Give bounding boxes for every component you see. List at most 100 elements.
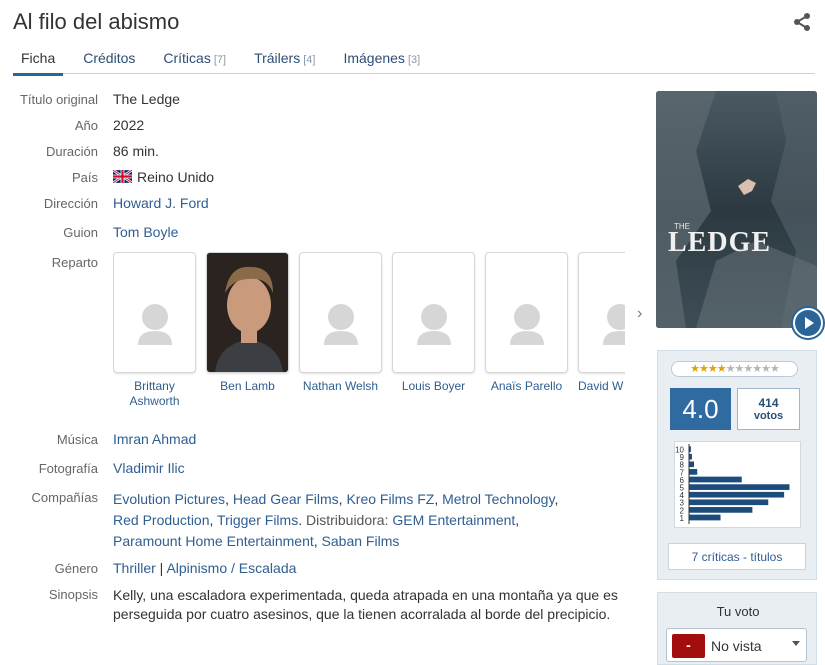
photography-link[interactable]: Vladimir Ilic [113,460,185,476]
average-rating: 4.0 [670,388,731,430]
tab-label: Créditos [83,50,136,66]
cast-card[interactable]: David W [578,252,625,394]
person-icon [324,304,358,345]
cast-carousel: Brittany Ashworth Ben Lamb Nathan Welsh … [113,252,625,417]
original-title-value: The Ledge [113,91,180,107]
histogram-bar [688,498,769,506]
person-icon [138,304,172,345]
votes-box[interactable]: 414 votos [737,388,800,430]
cast-card[interactable]: Anaïs Parello [485,252,568,394]
cast-card[interactable]: Ben Lamb [206,252,289,394]
tab-criticas[interactable]: Críticas [7] [155,44,234,74]
country-name: Reino Unido [137,169,215,185]
star-filled-icon: ★ [716,363,727,375]
star-empty-icon: ★ [761,363,771,375]
poster-image-icon: THE [656,91,817,328]
photography-label: Fotografía [38,461,98,476]
director-link[interactable]: Howard J. Ford [113,195,209,211]
histogram-bar [688,460,695,468]
year-label: Año [74,118,98,133]
cast-name[interactable]: Anaïs Parello [485,379,568,394]
movie-poster[interactable]: THE LEDGE [656,91,817,328]
cast-name[interactable]: Louis Boyer [392,379,475,394]
companies-list: Evolution Pictures, Head Gear Films, Kre… [113,491,559,549]
critics-link[interactable]: 7 críticas - títulos [668,543,806,570]
tab-ficha[interactable]: Ficha [13,44,64,76]
cast-name[interactable]: Nathan Welsh [299,379,382,394]
histogram-bar [688,476,743,483]
company-link[interactable]: GEM Entertainment [392,512,515,528]
avatar-placeholder [113,252,196,373]
histogram-bar [688,514,722,521]
histogram-chart: 10987654321 [675,444,790,524]
tab-label: Críticas [163,50,211,66]
histogram-tick-label: 1 [680,514,685,523]
uk-flag-icon [113,170,132,183]
rating-panel: ★★★★★★★★★★ 4.0 414 votos 10 9 8 7 6 5 4 3 2 1 7 c… [657,350,817,580]
tab-label: Imágenes [343,50,405,66]
vote-value: No vista [711,638,762,654]
cast-name[interactable]: Brittany Ashworth [113,379,196,409]
cast-card[interactable]: Nathan Welsh [299,252,382,394]
cast-card[interactable]: Louis Boyer [392,252,475,394]
votes-count: 414 [758,396,779,410]
histogram-bar [688,491,785,499]
company-link[interactable]: Evolution Pictures [113,491,225,507]
avatar-placeholder [578,252,625,373]
tab-imagenes[interactable]: Imágenes [3] [335,44,428,74]
company-link[interactable]: Metrol Technology [442,491,554,507]
votes-label: votos [753,410,784,422]
cast-name[interactable]: David W [578,379,625,394]
star-empty-icon: ★ [743,363,753,375]
carousel-next-icon[interactable]: › [637,305,642,323]
genre-link[interactable]: Alpinismo / Escalada [166,560,296,576]
avatar-placeholder [392,252,475,373]
avatar-placeholder [485,252,568,373]
director-label: Dirección [43,196,98,211]
companies-label: Compañías [31,490,98,505]
company-link[interactable]: Red Production [113,512,210,528]
music-link[interactable]: Imran Ahmad [113,431,196,447]
play-icon [795,310,821,336]
music-label: Música [56,432,98,447]
synopsis-label: Sinopsis [48,587,98,602]
company-link[interactable]: Paramount Home Entertainment [113,533,314,549]
my-vote-title: Tu voto [716,604,760,619]
histogram-bar [688,468,698,476]
vote-histogram: 10 9 8 7 6 5 4 3 2 1 [674,441,801,528]
person-icon [510,304,544,345]
country-value: Reino Unido [113,169,214,185]
original-title-label: Título original [19,92,98,107]
star-filled-icon: ★ [699,363,709,375]
company-link[interactable]: Kreo Films FZ [346,491,434,507]
tab-creditos[interactable]: Créditos [75,44,143,74]
duration-value: 86 min. [113,143,159,159]
tab-label: Ficha [21,50,56,66]
play-trailer-button[interactable] [791,306,825,340]
share-icon[interactable] [792,12,812,32]
company-link[interactable]: Head Gear Films [233,491,339,507]
tab-bar: Ficha Créditos Críticas [7] Tráilers [4] I… [13,44,815,76]
country-label: País [71,170,98,185]
star-rating: ★★★★★★★★★★ [671,361,798,377]
company-link[interactable]: Trigger Films [217,512,298,528]
company-link[interactable]: Saban Films [322,533,400,549]
vote-select[interactable]: - No vista [666,628,807,662]
duration-label: Duración [45,144,98,159]
year-value: 2022 [113,117,145,133]
person-icon [417,304,451,345]
page-title: Al filo del abismo [13,9,180,34]
cast-label: Reparto [51,255,98,270]
avatar-placeholder [299,252,382,373]
tab-trailers[interactable]: Tráilers [4] [246,44,323,74]
genre-label: Género [54,561,98,576]
synopsis-text: Kelly, una escaladora experimentada, que… [113,587,618,622]
person-icon [603,304,625,345]
tab-count: [3] [407,54,421,66]
vote-badge: - [672,634,705,658]
cast-name[interactable]: Ben Lamb [206,379,289,394]
cast-card[interactable]: Brittany Ashworth [113,252,196,409]
screenplay-link[interactable]: Tom Boyle [113,224,178,240]
distributor-label: Distribuidora: [305,512,389,528]
genre-link[interactable]: Thriller [113,560,156,576]
